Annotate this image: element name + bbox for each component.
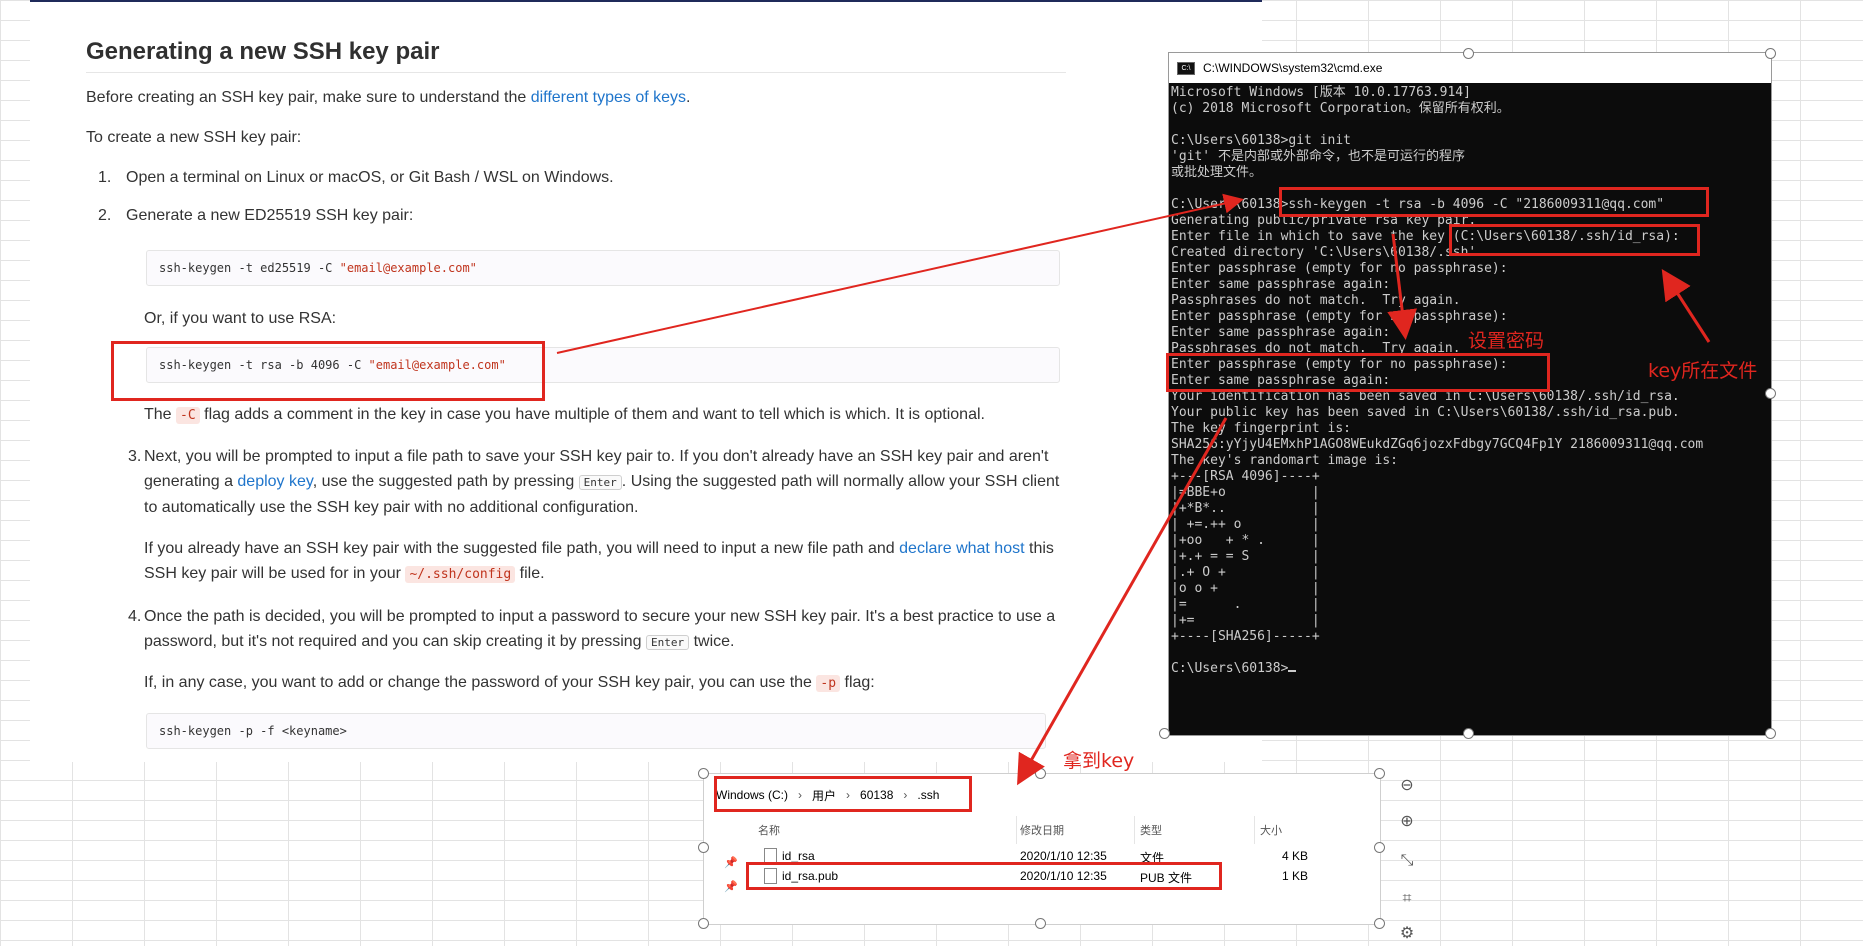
arrow-line — [556, 193, 1244, 354]
annotation-arrows — [556, 193, 1711, 786]
arrow-line — [1661, 268, 1711, 343]
annotation-set-password: 设置密码 — [1468, 330, 1545, 352]
annotation-get-key: 拿到key — [1063, 750, 1135, 772]
arrow-line — [1387, 233, 1418, 340]
arrow-line — [1017, 417, 1228, 786]
annotation-key-file: key所在文件 — [1648, 360, 1758, 382]
